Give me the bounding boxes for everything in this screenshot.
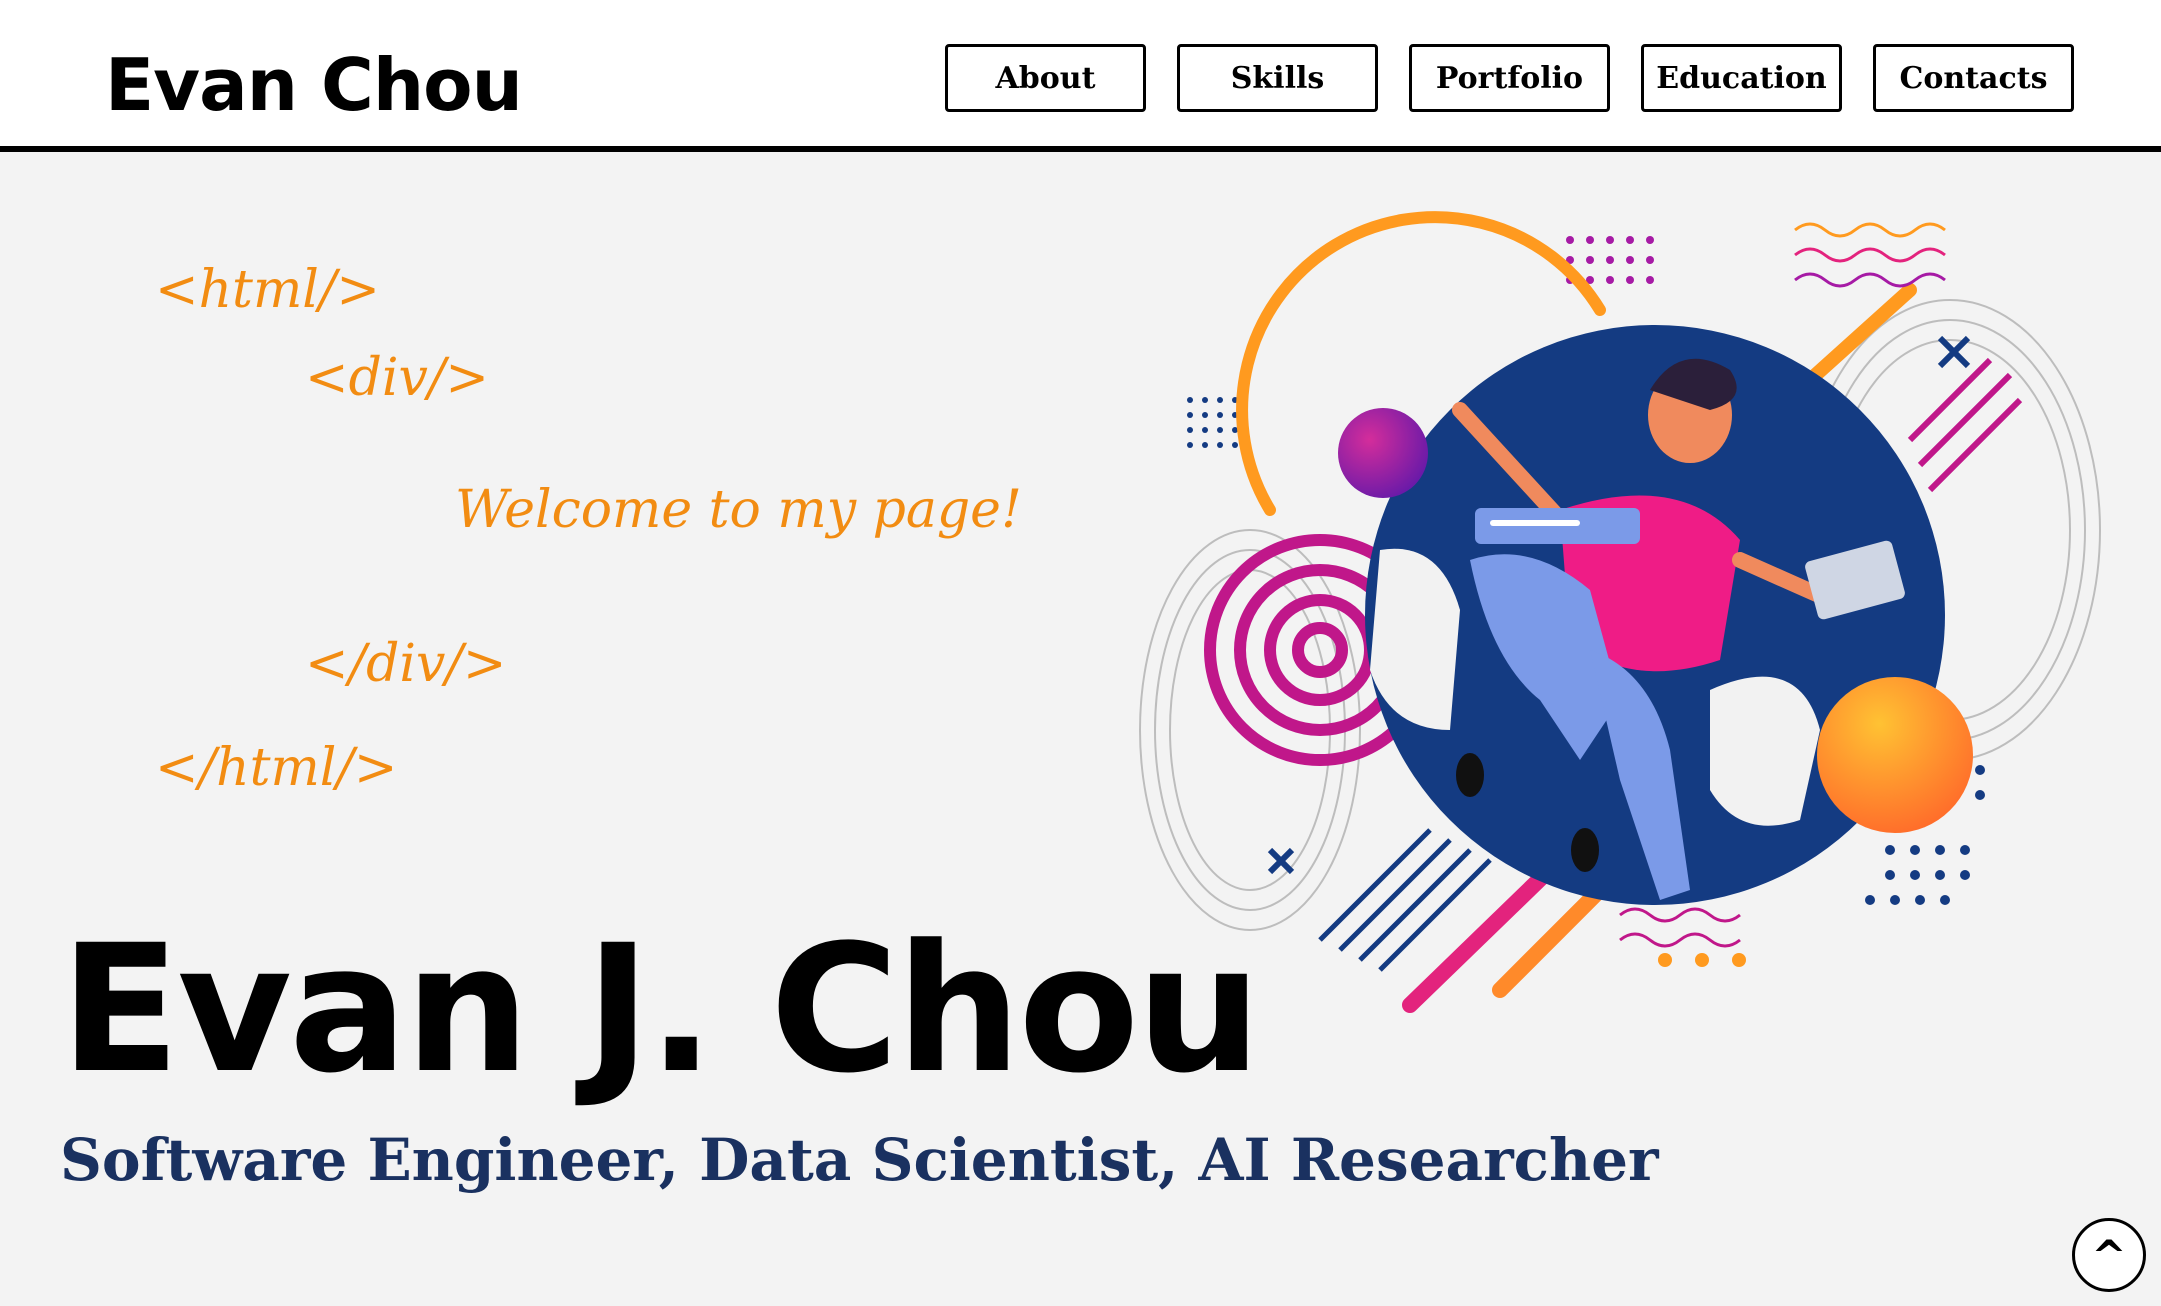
hero-illustration xyxy=(1139,211,2101,1013)
nav-education-button[interactable]: Education xyxy=(1641,44,1842,112)
hero-tagline: Software Engineer, Data Scientist, AI Re… xyxy=(60,1126,1659,1194)
nav-skills-button[interactable]: Skills xyxy=(1177,44,1378,112)
orange-dots xyxy=(1658,953,1746,967)
stripes-right xyxy=(1907,357,2023,493)
dot-patch-left xyxy=(1187,397,1238,448)
white-shape-right xyxy=(1710,676,1820,826)
purple-sphere xyxy=(1338,408,1428,498)
site-logo-title[interactable]: Evan Chou xyxy=(105,40,523,130)
diagonal-bar-top xyxy=(1803,283,1917,387)
scroll-to-top-button[interactable]: ^ xyxy=(2072,1218,2146,1292)
nav-portfolio-button[interactable]: Portfolio xyxy=(1409,44,1610,112)
nav-about-button[interactable]: About xyxy=(945,44,1146,112)
welcome-text: Welcome to my page! xyxy=(455,480,1022,540)
nav-contacts-button[interactable]: Contacts xyxy=(1873,44,2074,112)
code-html-close: </html/> xyxy=(155,738,398,798)
code-html-open: <html/> xyxy=(155,260,380,320)
ui-card-line xyxy=(1490,520,1580,526)
site-header: Evan Chou About Skills Portfolio Educati… xyxy=(0,0,2161,152)
main-nav: About Skills Portfolio Education Contact… xyxy=(945,44,2074,112)
orange-sphere xyxy=(1817,677,1973,833)
hero-name: Evan J. Chou xyxy=(60,907,1262,1112)
code-div-open: <div/> xyxy=(305,348,489,408)
code-div-close: </div/> xyxy=(305,634,507,694)
